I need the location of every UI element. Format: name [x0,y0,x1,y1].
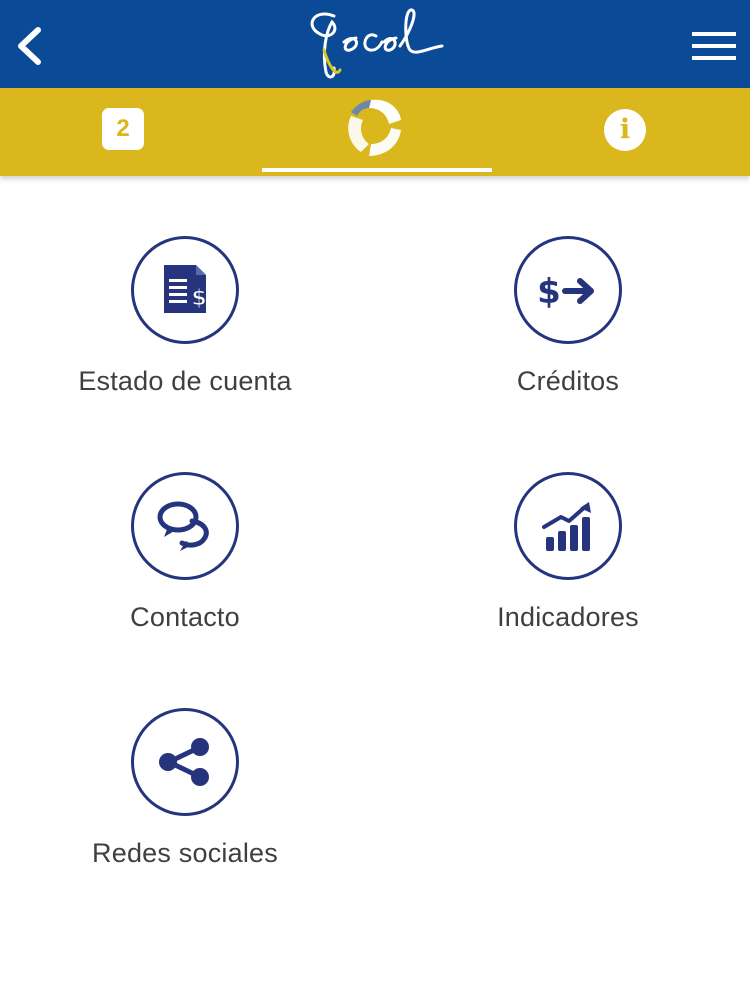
menu-item-icon-circle [131,708,239,816]
tab-home[interactable] [262,88,492,176]
menu-item-estado-de-cuenta[interactable]: $ Estado de cuenta [35,236,335,436]
info-icon: i [604,109,646,151]
fecel-logo [300,2,450,84]
tab-bar: 2 i [0,88,750,176]
menu-item-icon-circle [514,472,622,580]
account-statement-icon: $ [164,265,207,313]
menu-item-indicadores[interactable]: Indicadores [418,472,718,672]
active-tab-indicator [262,168,492,172]
dollar-arrow-icon: $ [537,272,594,312]
hamburger-menu-icon [692,32,736,60]
menu-item-label: Estado de cuenta [78,366,292,396]
menu-item-label: Créditos [516,366,620,396]
cooperative-logo-icon [348,99,401,156]
menu-item-label: Indicadores [497,602,639,632]
menu-item-icon-circle: $ [131,236,239,344]
fecel-logo-mark [310,8,444,79]
share-icon [159,738,209,786]
chevron-left-icon [18,27,41,65]
svg-text:$: $ [191,286,206,311]
svg-text:$: $ [537,272,561,312]
tab-info[interactable]: i [565,88,685,176]
menu-item-label: Contacto [130,602,240,632]
top-app-bar [0,0,750,88]
menu-item-icon-circle [131,472,239,580]
menu-item-redes-sociales[interactable]: Redes sociales [35,708,335,908]
bar-chart-trend-icon [542,502,591,551]
back-button[interactable] [8,18,56,74]
menu-item-creditos[interactable]: $ Créditos [418,236,718,436]
notification-count-badge: 2 [102,108,144,150]
chat-bubbles-icon [157,501,209,551]
menu-item-icon-circle: $ [514,236,622,344]
menu-item-label: Redes sociales [92,838,278,868]
menu-item-contacto[interactable]: Contacto [35,472,335,672]
hamburger-menu-button[interactable] [686,24,742,68]
tab-notifications[interactable]: 2 [62,88,182,176]
